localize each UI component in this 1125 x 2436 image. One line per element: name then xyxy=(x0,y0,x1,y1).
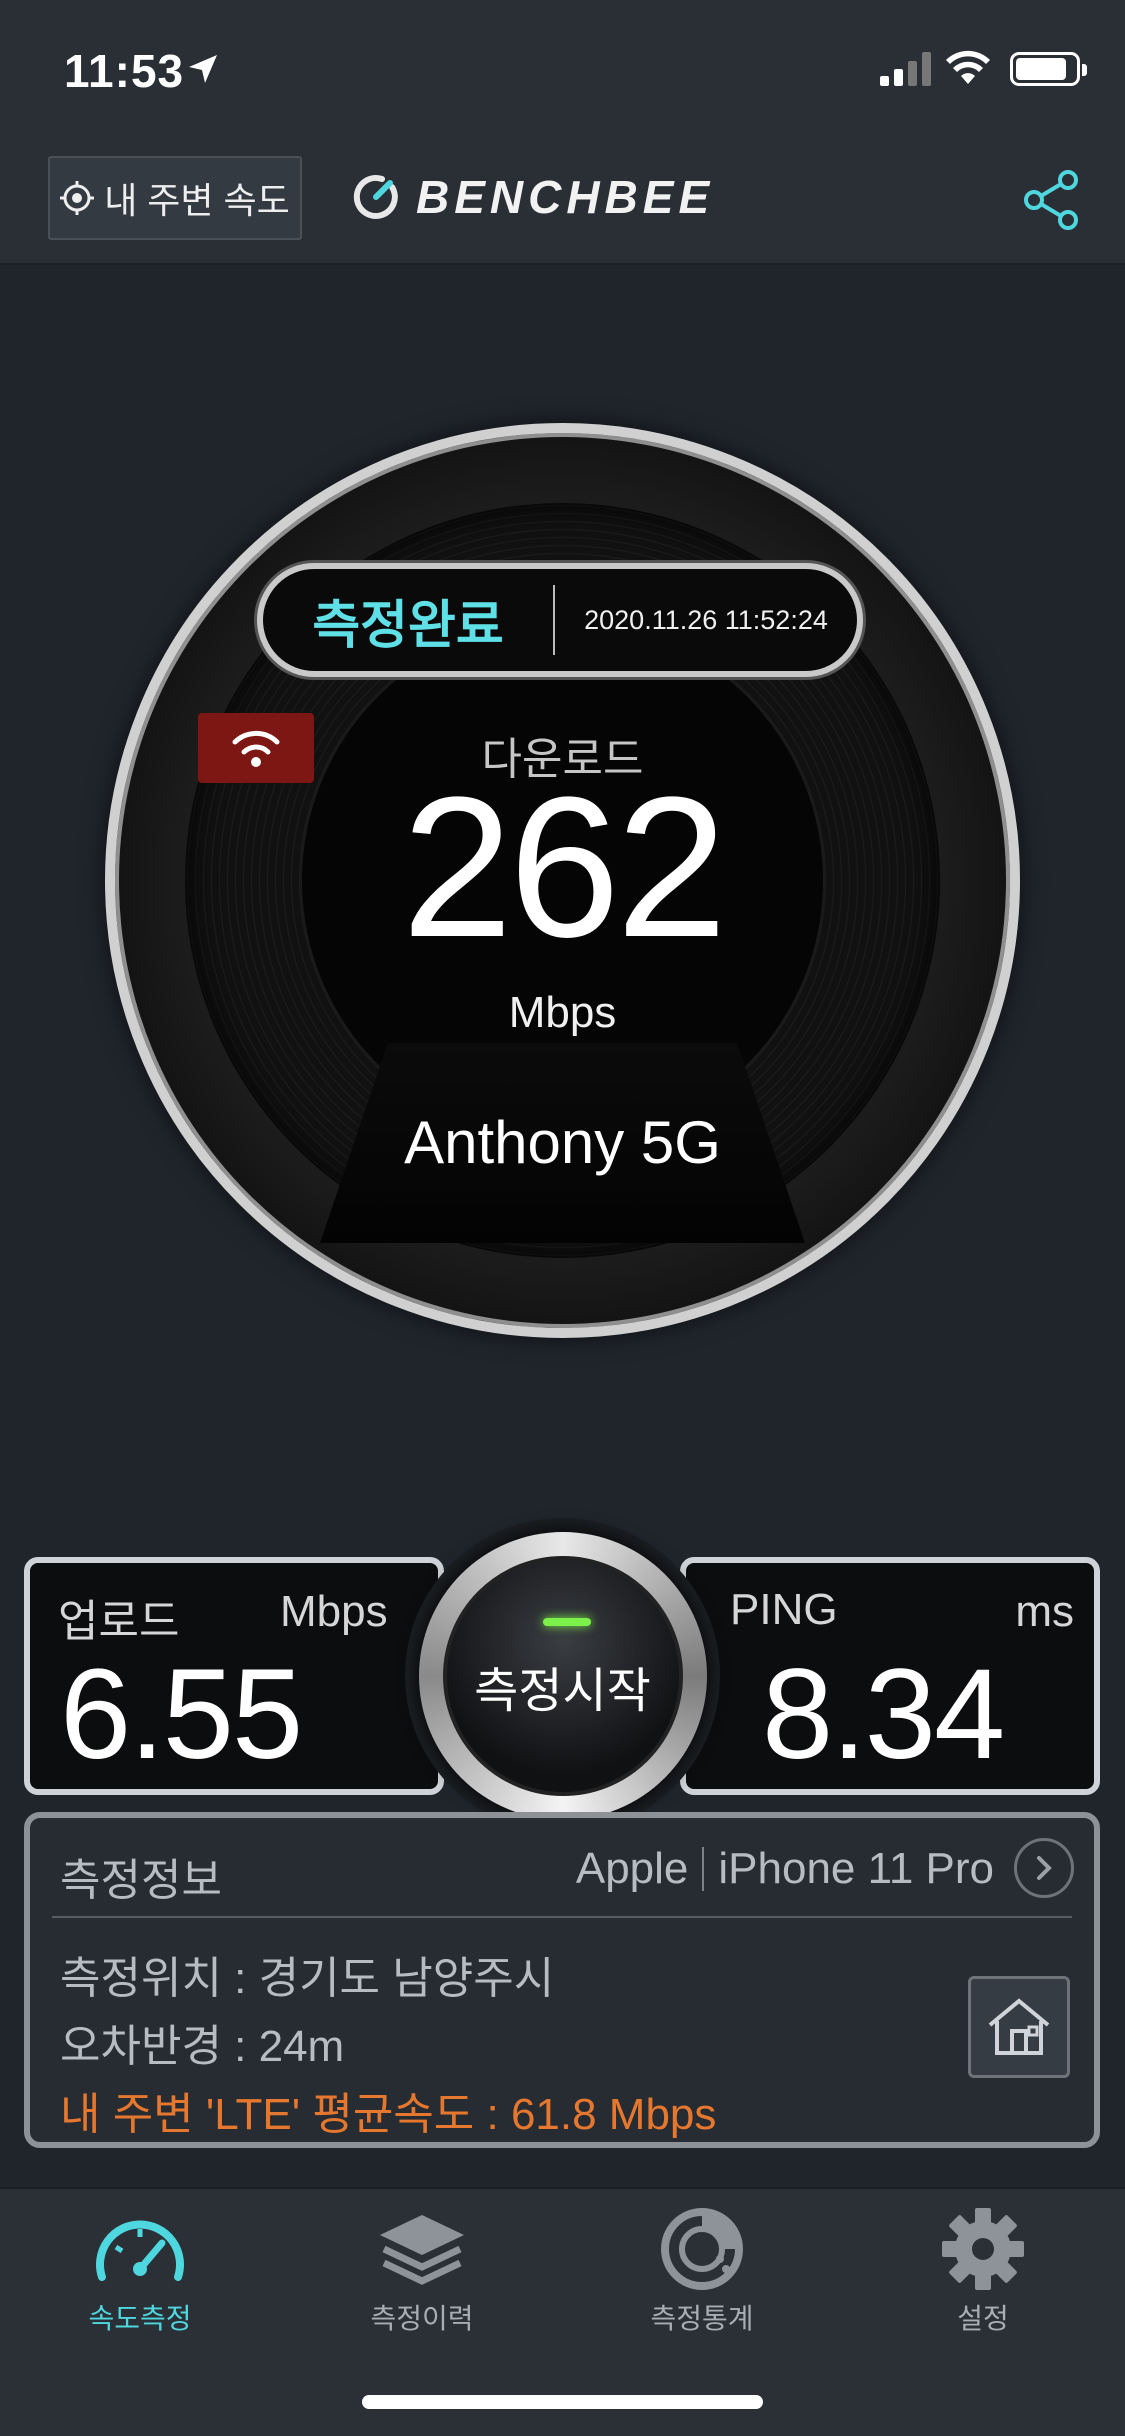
ping-label: PING xyxy=(730,1585,838,1634)
tab-label-statistics: 측정통계 xyxy=(650,2303,754,2334)
tab-speed-test[interactable]: 속도측정 xyxy=(30,2207,250,2337)
location-target-icon xyxy=(60,181,95,215)
tab-label-history: 측정이력 xyxy=(370,2303,474,2334)
tab-label-speed-test: 속도측정 xyxy=(88,2303,192,2334)
house-icon xyxy=(988,1998,1050,2055)
speedometer-icon xyxy=(96,2220,184,2281)
nearby-speed-label: 내 주변 속도 xyxy=(104,180,290,221)
nearby-average-speed: 내 주변 'LTE' 평균속도 : 61.8 Mbps xyxy=(60,2090,717,2139)
start-button-ring: 측정시작 xyxy=(418,1531,707,1820)
cellular-signal-icon xyxy=(880,52,931,86)
location-arrow-icon xyxy=(189,55,217,83)
tab-statistics[interactable]: 측정통계 xyxy=(592,2207,812,2337)
device-info: Apple iPhone 11 Pro xyxy=(576,1844,994,1894)
upload-panel: 업로드 Mbps 6.55 xyxy=(24,1557,444,1795)
upload-value: 6.55 xyxy=(60,1643,303,1786)
measurement-status: 측정완료 xyxy=(312,596,504,655)
share-icon[interactable] xyxy=(1022,170,1082,230)
tab-label-settings: 설정 xyxy=(957,2303,1009,2334)
device-divider xyxy=(702,1847,705,1891)
measurement-location: 측정위치 : 경기도 남양주시 xyxy=(60,1954,555,2003)
device-detail-button[interactable] xyxy=(1014,1838,1074,1898)
status-bar: 11:53 xyxy=(0,0,1125,140)
nearby-speed-button[interactable]: 내 주변 속도 xyxy=(48,156,302,240)
tab-history[interactable]: 측정이력 xyxy=(312,2207,532,2337)
logo-text: BENCHBEE xyxy=(416,171,715,223)
upload-label: 업로드 xyxy=(58,1597,180,1646)
ping-unit: ms xyxy=(1015,1587,1074,1636)
error-radius: 오차반경 : 24m xyxy=(60,2022,345,2071)
status-led xyxy=(542,1617,591,1626)
gear-icon xyxy=(942,2208,1024,2290)
stats-icon xyxy=(661,2208,743,2290)
battery-icon xyxy=(1010,52,1087,86)
info-divider xyxy=(52,1916,1072,1918)
measurement-status-pill: 측정완료 2020.11.26 11:52:24 xyxy=(257,563,863,677)
chevron-right-icon xyxy=(1037,1856,1052,1880)
measurement-date: 2020.11.26 11:52:24 xyxy=(584,604,828,635)
start-button-label: 측정시작 xyxy=(474,1664,651,1718)
speed-gauge: 측정완료 2020.11.26 11:52:24 다운로드 262 Mbps A… xyxy=(105,423,1020,1338)
layers-icon xyxy=(380,2215,464,2285)
info-title: 측정정보 xyxy=(60,1856,222,1905)
status-time: 11:53 xyxy=(64,45,185,97)
device-model: iPhone 11 Pro xyxy=(718,1844,994,1893)
start-measurement-button[interactable]: 측정시작 xyxy=(405,1518,720,1833)
home-indicator[interactable] xyxy=(362,2395,763,2409)
upload-unit: Mbps xyxy=(280,1587,388,1636)
tab-settings[interactable]: 설정 xyxy=(873,2207,1093,2337)
measurement-info-panel: 측정정보 Apple iPhone 11 Pro 측정위치 : 경기도 남양주시… xyxy=(24,1812,1100,2148)
logo-gauge-icon xyxy=(353,174,398,219)
ping-panel: PING ms 8.34 xyxy=(680,1557,1100,1795)
ping-value: 8.34 xyxy=(762,1643,1005,1786)
wifi-status-icon xyxy=(946,50,990,84)
download-unit: Mbps xyxy=(508,988,617,1037)
home-network-button[interactable] xyxy=(968,1976,1070,2078)
app-header: 내 주변 속도 BENCHBEE xyxy=(0,140,1125,265)
device-brand: Apple xyxy=(575,1844,689,1893)
download-value: 262 xyxy=(401,756,728,979)
start-button-face: 측정시작 xyxy=(442,1555,683,1796)
benchbee-logo: BENCHBEE xyxy=(352,170,714,224)
network-name: Anthony 5G xyxy=(404,1109,721,1176)
